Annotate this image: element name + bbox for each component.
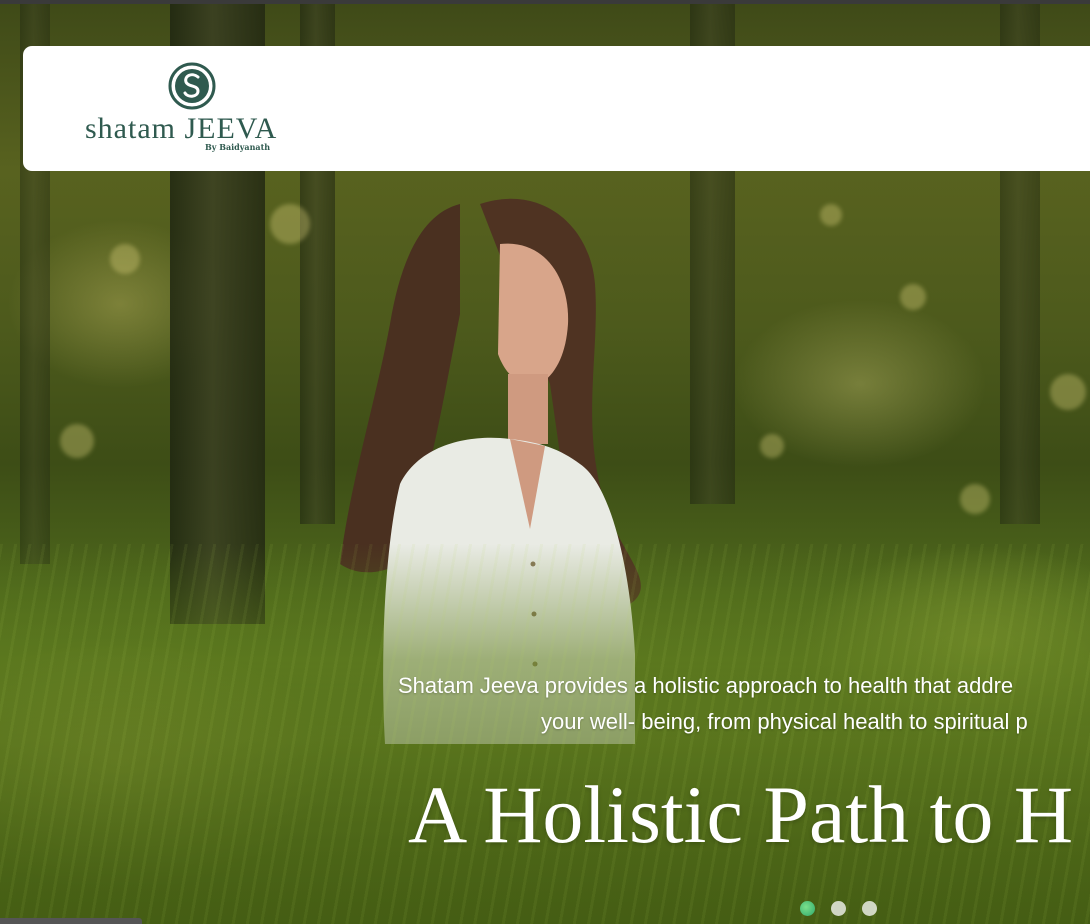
- shatam-jeeva-logo[interactable]: shatam JEEVA By Baidyanath: [85, 62, 305, 158]
- carousel-dot-1[interactable]: [800, 901, 815, 916]
- site-header: shatam JEEVA By Baidyanath: [23, 46, 1090, 171]
- bokeh-light: [60, 424, 94, 458]
- logo-subtitle: By Baidyanath: [205, 142, 271, 152]
- bokeh-light: [820, 204, 842, 226]
- hero-description-line-2: your well- being, from physical health t…: [541, 709, 1028, 734]
- bokeh-light: [760, 434, 784, 458]
- logo-wordmark: shatam JEEVA: [85, 112, 278, 145]
- bokeh-light: [270, 204, 310, 244]
- hero-description: Shatam Jeeva provides a holistic approac…: [398, 668, 1090, 740]
- bokeh-light: [960, 484, 990, 514]
- hero-headline: A Holistic Path to H: [408, 769, 1074, 860]
- bokeh-light: [900, 284, 926, 310]
- carousel-dot-2[interactable]: [831, 901, 846, 916]
- horizontal-scrollbar-thumb[interactable]: [0, 918, 142, 924]
- carousel-dot-3[interactable]: [862, 901, 877, 916]
- hero-description-line-1: Shatam Jeeva provides a holistic approac…: [398, 673, 1014, 698]
- carousel-pagination: [800, 901, 877, 916]
- bokeh-light: [110, 244, 140, 274]
- logo-emblem-icon: [168, 62, 216, 110]
- bokeh-light: [1050, 374, 1086, 410]
